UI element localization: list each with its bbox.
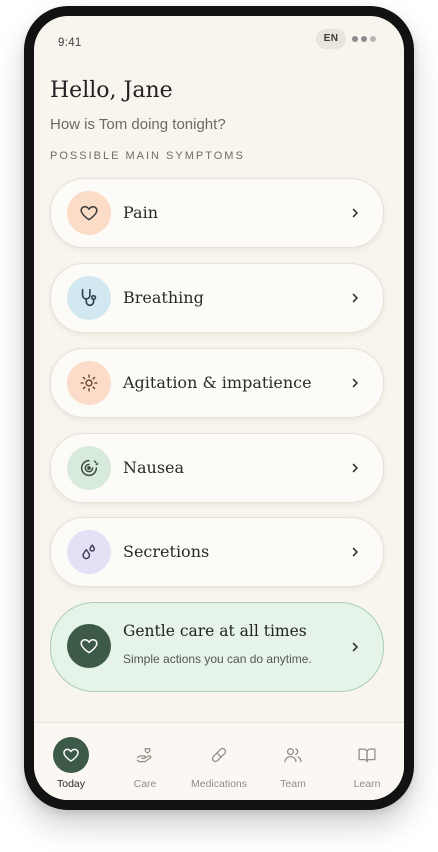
droplets-icon [82,544,96,560]
pill-icon [211,747,227,763]
chevron-right-icon [352,642,358,652]
gentle-care-card[interactable]: Gentle care at all times Simple actions … [50,602,384,692]
section-heading: POSSIBLE MAIN SYMPTOMS [50,150,245,162]
chevron-right-icon [352,293,358,303]
care-title: Gentle care at all times [123,622,307,640]
heart-icon [63,748,79,762]
hand-heart-icon [136,747,152,763]
symptom-card-nausea[interactable]: Nausea [50,433,384,503]
tab-icon-wrap [275,737,311,773]
tab-icon-active-bg [53,737,89,773]
users-icon [284,748,302,763]
tab-label: Team [280,778,306,790]
symptom-label: Pain [123,203,159,222]
tab-today[interactable]: Today [34,723,108,800]
chevron-right-icon [352,208,358,218]
tab-icon-wrap [349,737,385,773]
tab-label: Learn [353,778,381,790]
heart-icon [80,206,98,221]
symptom-label: Nausea [123,458,185,477]
tab-icon-wrap [201,737,237,773]
symptom-icon-bg [67,276,111,320]
tab-learn[interactable]: Learn [330,723,404,800]
symptom-label: Secretions [123,542,210,561]
phone-frame: 9:41 EN Hello, Jane How is Tom doing ton… [24,6,414,810]
heart-icon [80,639,98,654]
tab-label: Medications [190,778,248,790]
bottom-tab-bar: Today Care Medications Team Learn [34,722,404,800]
status-time: 9:41 [58,37,82,49]
symptom-card-pain[interactable]: Pain [50,178,384,248]
tab-team[interactable]: Team [256,723,330,800]
more-options-icon[interactable] [352,36,376,42]
page-subtitle: How is Tom doing tonight? [50,116,226,133]
symptom-icon-bg [67,191,111,235]
symptom-card-secretions[interactable]: Secretions [50,517,384,587]
care-icon-bg [67,624,111,668]
app-screen: 9:41 EN Hello, Jane How is Tom doing ton… [34,16,404,800]
tab-label: Care [133,778,157,790]
book-icon [358,748,376,763]
sun-icon [80,374,98,392]
symptom-label: Agitation & impatience [123,373,312,392]
page-title: Hello, Jane [50,78,173,103]
symptom-icon-bg [67,446,111,490]
chevron-right-icon [352,378,358,388]
stethoscope-icon [81,288,97,307]
tab-icon-wrap [127,737,163,773]
symptom-card-breathing[interactable]: Breathing [50,263,384,333]
symptom-card-agitation[interactable]: Agitation & impatience [50,348,384,418]
tab-medications[interactable]: Medications [182,723,256,800]
care-subtitle: Simple actions you can do anytime. [123,652,312,666]
symptom-label: Breathing [123,288,204,307]
language-badge[interactable]: EN [316,29,346,49]
tab-care[interactable]: Care [108,723,182,800]
symptom-icon-bg [67,530,111,574]
tab-label: Today [56,778,86,790]
swirl-icon [80,459,99,477]
symptom-icon-bg [67,361,111,405]
chevron-right-icon [352,463,358,473]
chevron-right-icon [352,547,358,557]
